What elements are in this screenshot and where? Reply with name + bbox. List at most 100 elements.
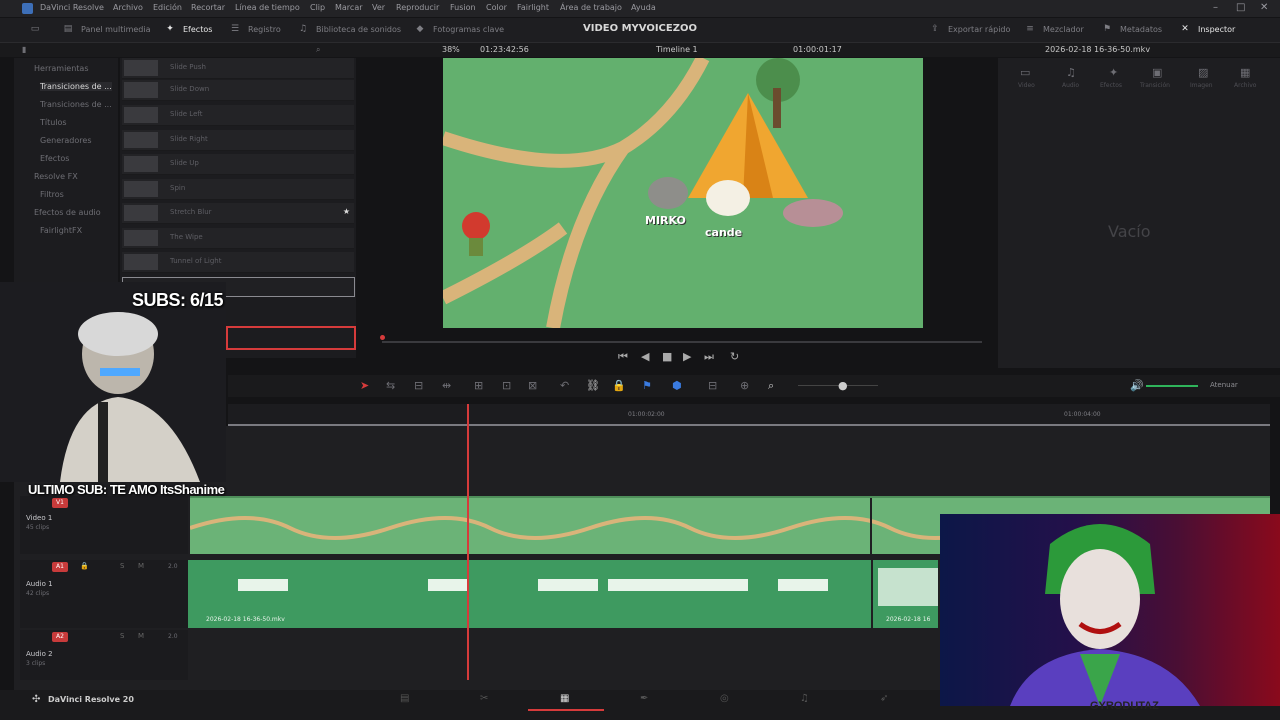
fusion-page-icon[interactable]: ✒ [640,693,648,704]
video-tab-icon[interactable]: ▭ [1020,66,1030,79]
audio-tab-icon[interactable]: ♫ [1066,66,1076,79]
file-tab-icon[interactable]: ▦ [1240,66,1250,79]
play-icon[interactable]: ▶ [683,350,691,363]
link-icon[interactable]: ⛓ [586,379,600,392]
fx-item[interactable]: Spin [122,179,354,200]
image-tab-icon[interactable]: ▨ [1198,66,1208,79]
stop-icon[interactable]: ■ [662,350,672,363]
menu-archivo[interactable]: Archivo [113,3,143,12]
registro-button[interactable]: Registro [248,25,281,34]
menu-ayuda[interactable]: Ayuda [631,3,656,12]
menu-area-de-trabajo[interactable]: Área de trabajo [560,3,622,12]
zoom-slider-handle[interactable]: ● [838,379,848,392]
timeline-ruler[interactable]: 01:00:02:00 01:00:04:00 [228,404,1270,426]
viewer-scrubber[interactable] [382,341,982,343]
scrubber-handle[interactable] [380,335,385,340]
inspector-button[interactable]: Inspector [1198,25,1235,34]
atenuar-button[interactable]: Atenuar [1210,381,1238,389]
fairlight-page-icon[interactable]: ♫ [800,693,809,704]
solo-button[interactable]: S [120,562,124,570]
solo-button[interactable]: S [120,632,124,640]
efectos-button[interactable]: Efectos [183,25,212,34]
loop-icon[interactable]: ↻ [730,350,739,363]
inspector-tab-imagen[interactable]: Imagen [1190,82,1213,89]
tree-transiciones-audio[interactable]: Transiciones de ... [40,100,112,109]
audio-clip[interactable]: 2026-02-18 16-36-50.mkv 2026-02-18 16 [188,560,938,628]
menu-fairlight[interactable]: Fairlight [517,3,549,12]
menu-color[interactable]: Color [486,3,507,12]
tree-titulos[interactable]: Títulos [40,118,67,127]
edit-page-icon[interactable]: ▦ [560,693,569,704]
mute-button[interactable]: M [138,632,144,640]
menu-reproducir[interactable]: Reproducir [396,3,439,12]
color-page-icon[interactable]: ◎ [720,693,729,704]
transition-tab-icon[interactable]: ▣ [1152,66,1162,79]
volume-slider[interactable] [1146,385,1198,387]
fx-item[interactable]: The Wipe [122,228,354,249]
panel-multimedia-button[interactable]: Panel multimedia [81,25,151,34]
menu-marcar[interactable]: Marcar [335,3,363,12]
flag-icon[interactable]: ⚑ [642,379,652,392]
fx-item[interactable]: Slide Right [122,130,354,151]
jump-end-icon[interactable]: ⏭ [704,350,714,364]
deliver-page-icon[interactable]: ➶ [880,693,888,704]
menu-fusion[interactable]: Fusion [450,3,476,12]
overwrite-clip-icon[interactable]: ⊡ [502,379,511,392]
replace-clip-icon[interactable]: ⊠ [528,379,537,392]
tree-generadores[interactable]: Generadores [40,136,91,145]
video-viewer[interactable]: MIRKO cande [443,58,923,328]
inspector-tab-video[interactable]: Video [1018,82,1035,89]
fx-item[interactable]: Slide Down [122,80,354,101]
playhead[interactable] [467,404,469,680]
tree-fairlight-fx[interactable]: FairlightFX [40,226,82,235]
a1-badge[interactable]: A1 [52,562,68,572]
insert-clip-icon[interactable]: ⊞ [474,379,483,392]
inspector-tab-audio[interactable]: Audio [1062,82,1079,89]
blade-tool-icon[interactable]: ⊟ [414,379,423,392]
lock-track-icon[interactable]: 🔒 [80,562,89,570]
favorite-star-icon[interactable]: ★ [343,207,350,216]
tree-herramientas[interactable]: Herramientas [34,64,89,73]
fx-item[interactable]: Stretch Blur ★ [122,203,354,224]
cut-page-icon[interactable]: ✂ [480,693,488,704]
snapping-icon[interactable]: ↶ [560,379,569,392]
menu-clip[interactable]: Clip [310,3,325,12]
metadatos-button[interactable]: Metadatos [1120,25,1162,34]
menu-edicion[interactable]: Edición [153,3,182,12]
close-icon[interactable]: ✕ [1260,2,1268,13]
menu-linea-de-tiempo[interactable]: Línea de tiempo [235,3,300,12]
mute-button[interactable]: M [138,562,144,570]
v1-badge[interactable]: V1 [52,498,68,508]
a2-badge[interactable]: A2 [52,632,68,642]
jump-start-icon[interactable]: ⏮ [618,350,628,364]
lock-icon[interactable]: 🔒 [612,379,626,392]
mezclador-button[interactable]: Mezclador [1043,25,1084,34]
tree-efectos[interactable]: Efectos [40,154,69,163]
marker-icon[interactable]: ⬢ [672,379,682,392]
effects-tab-icon[interactable]: ✦ [1109,66,1118,79]
zoom-custom-icon[interactable]: ⌕ [768,379,774,393]
timeline-selector[interactable]: Timeline 1 [656,45,698,54]
menu-ver[interactable]: Ver [372,3,385,12]
menu-recortar[interactable]: Recortar [191,3,225,12]
tree-filtros[interactable]: Filtros [40,190,64,199]
exportar-button[interactable]: Exportar rápido [948,25,1010,34]
tree-efectos-audio[interactable]: Efectos de audio [34,208,101,217]
panel-toggle-icon[interactable]: ▭ [30,24,40,34]
minimize-icon[interactable]: – [1213,2,1218,13]
zoom-level[interactable]: 38% [442,45,460,54]
search-icon[interactable]: ⌕ [316,45,320,55]
dynamic-trim-icon[interactable]: ⇹ [442,379,451,392]
trim-tool-icon[interactable]: ⇆ [386,379,395,392]
inspector-tab-efectos[interactable]: Efectos [1100,82,1122,89]
sidebar-toggle-icon[interactable]: ▮ [22,45,26,54]
zoom-fit-icon[interactable]: ⊟ [708,379,717,392]
fx-item[interactable]: Slide Up [122,154,354,175]
maximize-icon[interactable]: □ [1236,2,1245,13]
inspector-tab-transicion[interactable]: Transición [1140,82,1170,89]
media-page-icon[interactable]: ▤ [400,693,409,704]
fotogramas-button[interactable]: Fotogramas clave [433,25,504,34]
inspector-tab-archivo[interactable]: Archivo [1234,82,1256,89]
volume-icon[interactable]: 🔊 [1130,379,1144,392]
zoom-detail-icon[interactable]: ⊕ [740,379,749,392]
